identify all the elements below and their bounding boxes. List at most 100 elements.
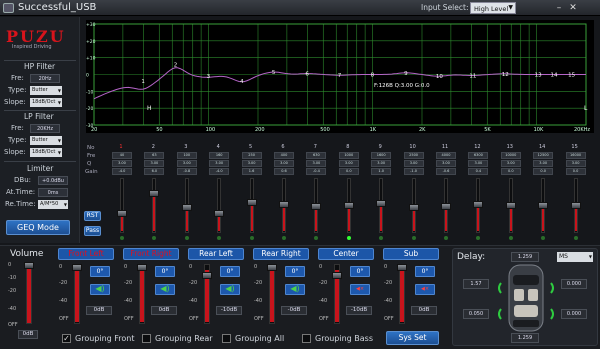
channel-level-value[interactable]: -10dB bbox=[216, 306, 242, 315]
grouping-checkbox-grouping-rear[interactable]: Grouping Rear bbox=[142, 332, 213, 344]
band-freq-field[interactable]: 160 bbox=[209, 152, 230, 159]
band-gain-field[interactable]: 0.0 bbox=[565, 168, 586, 175]
eq-point-1[interactable]: 1 bbox=[141, 79, 145, 85]
band-gain-knob[interactable] bbox=[279, 200, 289, 208]
band-gain-field[interactable]: 1.0 bbox=[371, 168, 392, 175]
band-q-field[interactable]: 3.00 bbox=[565, 160, 586, 167]
rst-button[interactable]: RST bbox=[84, 211, 101, 221]
phase-button[interactable]: 0° bbox=[415, 266, 435, 277]
band-gain-field[interactable]: 6.0 bbox=[144, 168, 165, 175]
band-gain-field[interactable]: -4.0 bbox=[112, 168, 132, 175]
channel-name-button[interactable]: Front Right bbox=[123, 248, 179, 260]
band-gain-knob[interactable] bbox=[311, 202, 322, 210]
checkbox-icon[interactable] bbox=[142, 333, 151, 343]
band-gain-field[interactable]: 1.6 bbox=[241, 168, 262, 175]
grouping-checkbox-grouping-front[interactable]: ✓ Grouping Front bbox=[62, 332, 135, 344]
speaker-icon[interactable]: ◀) bbox=[285, 284, 305, 295]
channel-level-value[interactable]: 0dB bbox=[86, 306, 112, 315]
lp-freq-field[interactable]: 20KHz bbox=[30, 124, 60, 133]
band-gain-knob[interactable] bbox=[505, 202, 516, 209]
limiter-attime-field[interactable]: 0ms bbox=[38, 188, 68, 197]
band-gain-knob[interactable] bbox=[408, 204, 419, 211]
limiter-retime-select[interactable]: A/M*50 ▼ bbox=[38, 200, 68, 209]
input-select-dropdown[interactable]: High Level ▼ bbox=[470, 2, 516, 14]
limiter-dbu-field[interactable]: +0.0dBu bbox=[38, 176, 68, 185]
band-freq-field[interactable]: 4000 bbox=[436, 152, 456, 159]
checkbox-icon[interactable] bbox=[222, 333, 231, 343]
eq-point-11[interactable]: 11 bbox=[469, 74, 476, 80]
minimize-button[interactable]: – bbox=[552, 2, 566, 14]
band-freq-field[interactable]: 10000 bbox=[500, 152, 521, 159]
eq-point-9[interactable]: 9 bbox=[404, 71, 408, 77]
band-q-field[interactable]: 3.00 bbox=[241, 160, 262, 167]
channel-name-button[interactable]: Front Left bbox=[58, 248, 114, 260]
band-gain-knob[interactable] bbox=[376, 200, 387, 207]
checkbox-icon[interactable]: ✓ bbox=[62, 333, 71, 343]
eq-point-15[interactable]: 15 bbox=[568, 73, 575, 79]
band-gain-field[interactable]: 0.6 bbox=[274, 168, 294, 175]
band-freq-field[interactable]: 63 bbox=[144, 152, 165, 159]
checkbox-icon[interactable] bbox=[302, 333, 311, 343]
channel-level-value[interactable]: -0dB bbox=[281, 306, 307, 315]
band-q-field[interactable]: 3.00 bbox=[468, 160, 489, 167]
lp-slope-select[interactable]: 18dB/Oct ▼ bbox=[30, 148, 62, 157]
lp-type-select[interactable]: Butter ▼ bbox=[30, 136, 62, 145]
band-q-field[interactable]: 3.00 bbox=[533, 160, 554, 167]
delay-left-bottom[interactable]: 0.050 bbox=[463, 309, 489, 319]
band-gain-field[interactable]: -0.4 bbox=[306, 168, 327, 175]
speaker-icon[interactable]: ◀) bbox=[220, 284, 240, 295]
delay-unit-select[interactable]: MS ▼ bbox=[557, 252, 593, 262]
eq-point-2[interactable]: 2 bbox=[174, 62, 178, 68]
band-freq-field[interactable]: 100 bbox=[176, 152, 197, 159]
band-freq-field[interactable]: 2500 bbox=[403, 152, 424, 159]
channel-level-knob[interactable] bbox=[137, 264, 147, 271]
band-gain-field[interactable]: 0.0 bbox=[338, 168, 359, 175]
band-gain-field[interactable]: 0.4 bbox=[468, 168, 489, 175]
delay-left-top[interactable]: 1.57 bbox=[463, 279, 489, 289]
band-freq-field[interactable]: 1000 bbox=[338, 152, 359, 159]
geq-mode-button[interactable]: GEQ Mode bbox=[6, 220, 70, 235]
eq-graph[interactable]: +30+20+100-10-20-3020 50 100 200 500 1K 2K 5K 10… bbox=[86, 20, 594, 133]
eq-point-4[interactable]: 4 bbox=[240, 79, 244, 85]
pass-button[interactable]: Pass bbox=[84, 226, 101, 236]
band-q-field[interactable]: 3.00 bbox=[209, 160, 230, 167]
phase-button[interactable]: 0° bbox=[285, 266, 305, 277]
band-gain-knob[interactable] bbox=[117, 210, 127, 217]
speaker-muted-icon[interactable]: ◀× bbox=[350, 284, 370, 295]
eq-point-7[interactable]: 7 bbox=[338, 73, 342, 79]
channel-level-knob[interactable] bbox=[202, 272, 212, 279]
band-gain-knob[interactable] bbox=[246, 198, 257, 206]
band-freq-field[interactable]: 400 bbox=[274, 152, 294, 159]
channel-level-knob[interactable] bbox=[267, 264, 277, 271]
grouping-checkbox-grouping-all[interactable]: Grouping All bbox=[222, 332, 284, 344]
band-q-field[interactable]: 3.00 bbox=[500, 160, 521, 167]
speaker-icon[interactable]: ◀) bbox=[155, 284, 175, 295]
delay-right-top[interactable]: 0.000 bbox=[561, 279, 587, 289]
band-gain-knob[interactable] bbox=[181, 203, 192, 211]
eq-point-6[interactable]: 6 bbox=[305, 71, 309, 77]
band-gain-knob[interactable] bbox=[343, 202, 354, 209]
hp-slope-select[interactable]: 18dB/Oct ▼ bbox=[30, 98, 62, 107]
grouping-checkbox-grouping-bass[interactable]: Grouping Bass bbox=[302, 332, 373, 344]
band-q-field[interactable]: 3.00 bbox=[338, 160, 359, 167]
channel-name-button[interactable]: Sub bbox=[383, 248, 439, 260]
channel-level-knob[interactable] bbox=[72, 264, 82, 271]
band-freq-field[interactable]: 12500 bbox=[533, 152, 554, 159]
channel-name-button[interactable]: Rear Left bbox=[188, 248, 244, 260]
band-gain-knob[interactable] bbox=[441, 203, 451, 211]
band-freq-field[interactable]: 1600 bbox=[371, 152, 392, 159]
speaker-muted-icon[interactable]: ◀× bbox=[415, 284, 435, 295]
band-gain-knob[interactable] bbox=[473, 201, 484, 209]
phase-button[interactable]: 0° bbox=[350, 266, 370, 277]
band-gain-field[interactable]: -0.6 bbox=[436, 168, 456, 175]
band-gain-field[interactable]: -0.8 bbox=[176, 168, 197, 175]
band-gain-knob[interactable] bbox=[570, 202, 581, 209]
band-gain-knob[interactable] bbox=[538, 202, 549, 209]
phase-button[interactable]: 0° bbox=[155, 266, 175, 277]
channel-name-button[interactable]: Rear Right bbox=[253, 248, 309, 260]
channel-level-value[interactable]: 0dB bbox=[411, 306, 437, 315]
volume-value[interactable]: 0dB bbox=[18, 330, 38, 339]
band-q-field[interactable]: 3.00 bbox=[371, 160, 392, 167]
channel-name-button[interactable]: Center bbox=[318, 248, 374, 260]
band-q-field[interactable]: 3.00 bbox=[144, 160, 165, 167]
